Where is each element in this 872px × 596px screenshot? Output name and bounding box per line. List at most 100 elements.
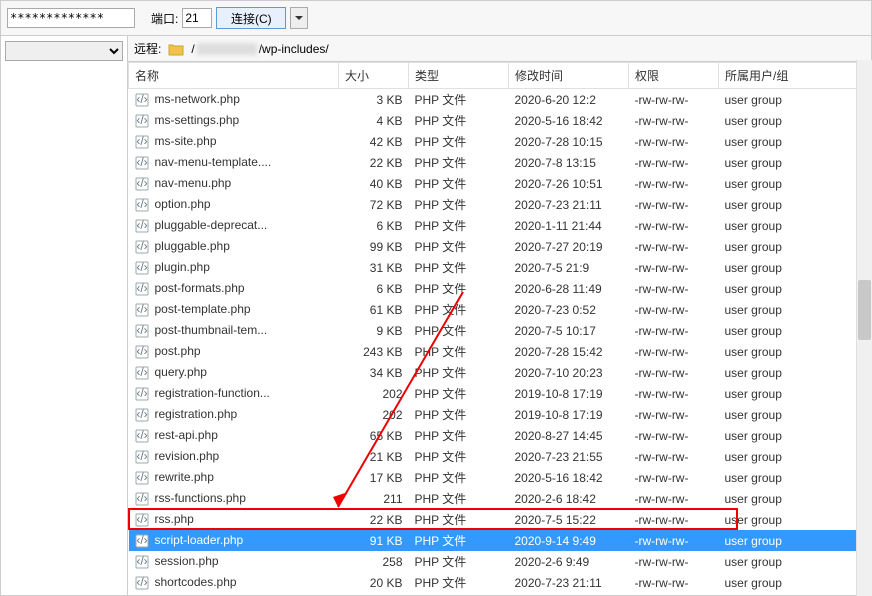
cell-perm: -rw-rw-rw- [629, 194, 719, 215]
cell-owner: user group [719, 362, 871, 383]
table-row[interactable]: ‹/›script-loader.php91 KBPHP 文件2020-9-14… [129, 530, 871, 551]
cell-type: PHP 文件 [409, 89, 509, 111]
cell-owner: user group [719, 383, 871, 404]
table-row[interactable]: ‹/›post-formats.php6 KBPHP 文件2020-6-28 1… [129, 278, 871, 299]
svg-text:‹/›: ‹/› [136, 93, 147, 106]
cell-perm: -rw-rw-rw- [629, 593, 719, 595]
cell-name: ‹/›ms-site.php [129, 131, 339, 152]
table-row[interactable]: ‹/›rest-api.php65 KBPHP 文件2020-8-27 14:4… [129, 425, 871, 446]
password-field[interactable] [7, 8, 135, 28]
cell-size: 9 KB [339, 320, 409, 341]
php-file-icon: ‹/› [135, 324, 151, 338]
php-file-icon: ‹/› [135, 429, 151, 443]
table-row[interactable]: ‹/›post-template.php61 KBPHP 文件2020-7-23… [129, 299, 871, 320]
table-row[interactable]: ‹/›rss.php22 KBPHP 文件2020-7-5 15:22-rw-r… [129, 509, 871, 530]
php-file-icon: ‹/› [135, 345, 151, 359]
cell-name: ‹/›pluggable-deprecat... [129, 215, 339, 236]
cell-size: 6 KB [339, 278, 409, 299]
local-path-select[interactable] [5, 41, 123, 61]
svg-text:‹/›: ‹/› [136, 114, 147, 127]
cell-owner: user group [719, 509, 871, 530]
svg-text:‹/›: ‹/› [136, 429, 147, 442]
table-row[interactable]: ‹/›post.php243 KBPHP 文件2020-7-28 15:42-r… [129, 341, 871, 362]
folder-up-icon[interactable] [167, 42, 185, 56]
cell-name: ‹/›option.php [129, 194, 339, 215]
cell-owner: user group [719, 446, 871, 467]
col-mtime[interactable]: 修改时间 [509, 63, 629, 89]
php-file-icon: ‹/› [135, 198, 151, 212]
svg-text:‹/›: ‹/› [136, 156, 147, 169]
col-name[interactable]: 名称 [129, 63, 339, 89]
remote-path: //wp-includes/ [191, 42, 328, 56]
table-row[interactable]: ‹/›option.php72 KBPHP 文件2020-7-23 21:11-… [129, 194, 871, 215]
svg-text:‹/›: ‹/› [136, 198, 147, 211]
cell-mtime: 2020-1-11 21:44 [509, 215, 629, 236]
cell-size: 40 KB [339, 173, 409, 194]
cell-type: PHP 文件 [409, 236, 509, 257]
cell-type: PHP 文件 [409, 173, 509, 194]
svg-text:‹/›: ‹/› [136, 576, 147, 589]
table-row[interactable]: ‹/›rewrite.php17 KBPHP 文件2020-5-16 18:42… [129, 467, 871, 488]
cell-mtime: 2020-6-20 12:2 [509, 89, 629, 111]
vertical-scrollbar[interactable] [856, 60, 872, 596]
cell-name: ‹/›pluggable.php [129, 236, 339, 257]
cell-perm: -rw-rw-rw- [629, 152, 719, 173]
cell-perm: -rw-rw-rw- [629, 278, 719, 299]
table-row[interactable]: ‹/›ms-network.php3 KBPHP 文件2020-6-20 12:… [129, 89, 871, 111]
scrollbar-thumb[interactable] [858, 280, 871, 340]
cell-owner: user group [719, 236, 871, 257]
col-perm[interactable]: 权限 [629, 63, 719, 89]
table-row[interactable]: ‹/›rss-functions.php211PHP 文件2020-2-6 18… [129, 488, 871, 509]
table-row[interactable]: ‹/›sitemaps.php3 KBPHP 文件2020-8-27 1:37-… [129, 593, 871, 595]
table-row[interactable]: ‹/›session.php258PHP 文件2020-2-6 9:49-rw-… [129, 551, 871, 572]
table-row[interactable]: ‹/›ms-site.php42 KBPHP 文件2020-7-28 10:15… [129, 131, 871, 152]
cell-owner: user group [719, 404, 871, 425]
cell-name: ‹/›session.php [129, 551, 339, 572]
svg-text:‹/›: ‹/› [136, 513, 147, 526]
cell-size: 211 [339, 488, 409, 509]
cell-size: 65 KB [339, 425, 409, 446]
cell-type: PHP 文件 [409, 572, 509, 593]
table-row[interactable]: ‹/›registration.php202PHP 文件2019-10-8 17… [129, 404, 871, 425]
table-row[interactable]: ‹/›registration-function...202PHP 文件2019… [129, 383, 871, 404]
cell-mtime: 2020-7-23 21:11 [509, 194, 629, 215]
cell-perm: -rw-rw-rw- [629, 362, 719, 383]
table-row[interactable]: ‹/›ms-settings.php4 KBPHP 文件2020-5-16 18… [129, 110, 871, 131]
col-size[interactable]: 大小 [339, 63, 409, 89]
table-row[interactable]: ‹/›plugin.php31 KBPHP 文件2020-7-5 21:9-rw… [129, 257, 871, 278]
table-row[interactable]: ‹/›query.php34 KBPHP 文件2020-7-10 20:23-r… [129, 362, 871, 383]
remote-label: 远程: [134, 40, 161, 57]
cell-owner: user group [719, 152, 871, 173]
php-file-icon: ‹/› [135, 450, 151, 464]
cell-owner: user group [719, 257, 871, 278]
cell-type: PHP 文件 [409, 488, 509, 509]
table-row[interactable]: ‹/›nav-menu-template....22 KBPHP 文件2020-… [129, 152, 871, 173]
cell-type: PHP 文件 [409, 194, 509, 215]
table-row[interactable]: ‹/›nav-menu.php40 KBPHP 文件2020-7-26 10:5… [129, 173, 871, 194]
connect-button[interactable]: 连接(C) [216, 7, 286, 29]
cell-name: ‹/›post-template.php [129, 299, 339, 320]
col-owner[interactable]: 所属用户/组 [719, 63, 871, 89]
table-row[interactable]: ‹/›post-thumbnail-tem...9 KBPHP 文件2020-7… [129, 320, 871, 341]
col-type[interactable]: 类型 [409, 63, 509, 89]
cell-mtime: 2020-7-5 10:17 [509, 320, 629, 341]
cell-perm: -rw-rw-rw- [629, 89, 719, 111]
port-field[interactable] [182, 8, 212, 28]
cell-size: 202 [339, 404, 409, 425]
table-row[interactable]: ‹/›shortcodes.php20 KBPHP 文件2020-7-23 21… [129, 572, 871, 593]
svg-text:‹/›: ‹/› [136, 261, 147, 274]
table-row[interactable]: ‹/›revision.php21 KBPHP 文件2020-7-23 21:5… [129, 446, 871, 467]
cell-owner: user group [719, 131, 871, 152]
cell-name: ‹/›rewrite.php [129, 467, 339, 488]
table-row[interactable]: ‹/›pluggable-deprecat...6 KBPHP 文件2020-1… [129, 215, 871, 236]
table-row[interactable]: ‹/›pluggable.php99 KBPHP 文件2020-7-27 20:… [129, 236, 871, 257]
svg-text:‹/›: ‹/› [136, 366, 147, 379]
cell-mtime: 2020-7-5 21:9 [509, 257, 629, 278]
cell-mtime: 2020-5-16 18:42 [509, 110, 629, 131]
cell-perm: -rw-rw-rw- [629, 257, 719, 278]
connect-dropdown-icon[interactable] [290, 7, 308, 29]
cell-type: PHP 文件 [409, 341, 509, 362]
cell-owner: user group [719, 593, 871, 595]
cell-name: ‹/›script-loader.php [129, 530, 339, 551]
php-file-icon: ‹/› [135, 135, 151, 149]
